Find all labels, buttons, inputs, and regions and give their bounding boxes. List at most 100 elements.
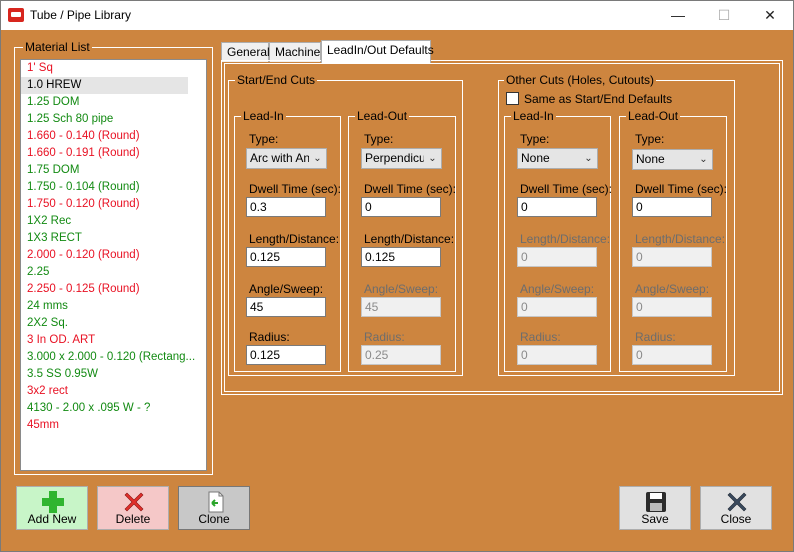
se-lead-out-angle-input: 45: [361, 297, 441, 317]
oc-lead-out-dwell-label: Dwell Time (sec):: [635, 182, 728, 196]
oc-lead-in-radius-label: Radius:: [520, 330, 561, 344]
start-end-lead-out-legend: Lead-Out: [355, 109, 410, 123]
se-lead-out-length-input[interactable]: 0.125: [361, 247, 441, 267]
chevron-down-icon: ⌄: [695, 150, 712, 169]
material-list-item[interactable]: 1.660 - 0.140 (Round): [21, 128, 206, 145]
delete-x-icon: [124, 492, 144, 512]
material-list-item[interactable]: 1.25 DOM: [21, 94, 206, 111]
start-end-lead-in-legend: Lead-In: [241, 109, 286, 123]
chevron-down-icon: ⌄: [580, 149, 597, 168]
oc-lead-in-angle-input: 0: [517, 297, 597, 317]
oc-lead-in-angle-label: Angle/Sweep:: [520, 282, 595, 296]
oc-lead-in-dwell-input[interactable]: 0: [517, 197, 597, 217]
close-button[interactable]: Close: [700, 486, 772, 530]
oc-lead-out-radius-label: Radius:: [635, 330, 676, 344]
maximize-button[interactable]: ☐: [701, 1, 747, 30]
material-list-item[interactable]: 3 In OD. ART: [21, 332, 206, 349]
material-list-item[interactable]: 2.25: [21, 264, 206, 281]
plus-icon: [42, 491, 64, 513]
chevron-down-icon: ⌄: [424, 149, 441, 168]
material-list-item[interactable]: 2.250 - 0.125 (Round): [21, 281, 206, 298]
se-lead-in-type-label: Type:: [249, 132, 279, 146]
se-lead-out-length-label: Length/Distance:: [364, 232, 455, 246]
same-as-start-end-checkbox[interactable]: [506, 92, 519, 105]
material-list-item[interactable]: 1X2 Rec: [21, 213, 206, 230]
material-list-item[interactable]: 1X3 RECT: [21, 230, 206, 247]
material-list-item[interactable]: 1.750 - 0.120 (Round): [21, 196, 206, 213]
se-lead-out-type-label: Type:: [364, 132, 394, 146]
se-lead-out-dwell-input[interactable]: 0: [361, 197, 441, 217]
se-lead-in-radius-input[interactable]: 0.125: [246, 345, 326, 365]
se-lead-out-type-value: Perpendicul: [365, 151, 429, 165]
close-window-button[interactable]: ✕: [747, 1, 793, 30]
oc-lead-out-type-select[interactable]: None ⌄: [632, 149, 713, 170]
se-lead-in-radius-label: Radius:: [249, 330, 290, 344]
se-lead-in-angle-input[interactable]: 45: [246, 297, 326, 317]
oc-lead-in-type-label: Type:: [520, 132, 550, 146]
app-icon: [8, 8, 24, 22]
add-new-label: Add New: [27, 512, 77, 526]
material-list-item[interactable]: 4130 - 2.00 x .095 W - ?: [21, 400, 206, 417]
se-lead-in-length-input[interactable]: 0.125: [246, 247, 326, 267]
se-lead-in-dwell-label: Dwell Time (sec):: [249, 182, 342, 196]
oc-lead-in-radius-input: 0: [517, 345, 597, 365]
floppy-disk-icon: [646, 492, 666, 512]
se-lead-out-radius-input: 0.25: [361, 345, 441, 365]
oc-lead-in-type-select[interactable]: None ⌄: [517, 148, 598, 169]
window-title: Tube / Pipe Library: [30, 8, 131, 22]
tube-pipe-library-window: Tube / Pipe Library — ☐ ✕ Material List …: [0, 0, 794, 552]
oc-lead-out-dwell-input[interactable]: 0: [632, 197, 712, 217]
oc-lead-out-length-input: 0: [632, 247, 712, 267]
clone-button[interactable]: Clone: [178, 486, 250, 530]
se-lead-in-type-select[interactable]: Arc with Ang ⌄: [246, 148, 327, 169]
tab-machine[interactable]: Machine: [269, 42, 321, 62]
material-list-item[interactable]: 1.660 - 0.191 (Round): [21, 145, 206, 162]
oc-lead-in-length-label: Length/Distance:: [520, 232, 611, 246]
material-list-item[interactable]: 1.0 HREW: [21, 77, 188, 94]
save-label: Save: [641, 512, 669, 526]
delete-button[interactable]: Delete: [97, 486, 169, 530]
save-button[interactable]: Save: [619, 486, 691, 530]
chevron-down-icon: ⌄: [309, 149, 326, 168]
se-lead-out-type-select[interactable]: Perpendicul ⌄: [361, 148, 442, 169]
se-lead-in-dwell-input[interactable]: 0.3: [246, 197, 326, 217]
material-list-item[interactable]: 2.000 - 0.120 (Round): [21, 247, 206, 264]
oc-lead-out-radius-input: 0: [632, 345, 712, 365]
same-as-start-end-label: Same as Start/End Defaults: [524, 92, 673, 106]
material-list-item[interactable]: 24 mms: [21, 298, 206, 315]
oc-lead-out-angle-label: Angle/Sweep:: [635, 282, 710, 296]
other-cuts-legend: Other Cuts (Holes, Cutouts): [504, 73, 657, 87]
oc-lead-in-dwell-label: Dwell Time (sec):: [520, 182, 613, 196]
material-list-item[interactable]: 45mm: [21, 417, 206, 434]
oc-lead-out-type-value: None: [636, 152, 665, 166]
se-lead-out-dwell-label: Dwell Time (sec):: [364, 182, 457, 196]
other-cuts-lead-in-legend: Lead-In: [511, 109, 556, 123]
material-list[interactable]: 1' Sq 1.0 HREW 1.25 DOM 1.25 Sch 80 pipe 1.6…: [20, 59, 207, 471]
oc-lead-in-length-input: 0: [517, 247, 597, 267]
other-cuts-lead-out-legend: Lead-Out: [626, 109, 681, 123]
material-list-item[interactable]: 1' Sq: [21, 60, 206, 77]
material-list-item[interactable]: 3.000 x 2.000 - 0.120 (Rectang...: [21, 349, 206, 366]
material-list-item[interactable]: 3.5 SS 0.95W: [21, 366, 206, 383]
oc-lead-in-type-value: None: [521, 151, 550, 165]
se-lead-in-type-value: Arc with Ang: [250, 151, 317, 165]
tab-leadin-out-defaults[interactable]: LeadIn/Out Defaults: [321, 40, 434, 63]
oc-lead-out-type-label: Type:: [635, 132, 665, 146]
oc-lead-out-angle-input: 0: [632, 297, 712, 317]
add-new-button[interactable]: Add New: [16, 486, 88, 530]
material-list-item[interactable]: 1.75 DOM: [21, 162, 206, 179]
minimize-button[interactable]: —: [655, 1, 701, 30]
material-list-item[interactable]: 1.750 - 0.104 (Round): [21, 179, 206, 196]
delete-label: Delete: [115, 512, 151, 526]
close-x-icon: [727, 492, 747, 512]
material-list-item[interactable]: 1.25 Sch 80 pipe: [21, 111, 206, 128]
se-lead-out-angle-label: Angle/Sweep:: [364, 282, 439, 296]
se-lead-in-angle-label: Angle/Sweep:: [249, 282, 324, 296]
material-list-item[interactable]: 3x2 rect: [21, 383, 206, 400]
oc-lead-out-length-label: Length/Distance:: [635, 232, 726, 246]
title-bar[interactable]: Tube / Pipe Library — ☐ ✕: [1, 1, 793, 30]
close-label: Close: [720, 512, 752, 526]
material-list-item[interactable]: 2X2 Sq.: [21, 315, 206, 332]
clone-label: Clone: [198, 512, 230, 526]
tab-general[interactable]: General: [221, 42, 270, 62]
